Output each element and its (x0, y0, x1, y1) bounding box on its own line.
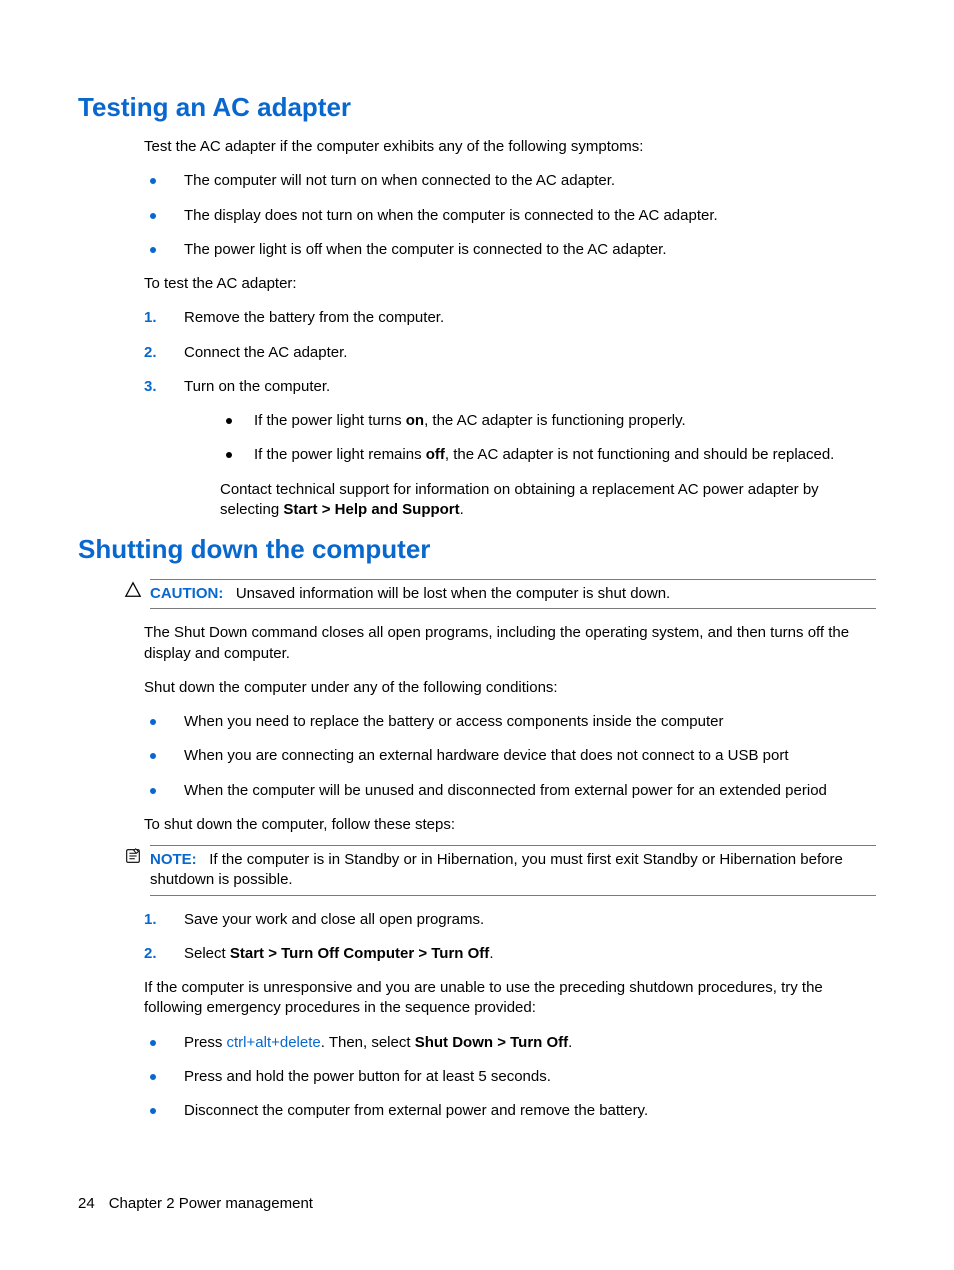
to-test-text: To test the AC adapter: (144, 274, 876, 294)
text-fragment: . (460, 501, 464, 518)
paragraph: To shut down the computer, follow these … (144, 815, 876, 835)
text-fragment: Select (184, 945, 230, 962)
heading-shutting-down: Shutting down the computer (78, 534, 876, 565)
text-fragment: , the AC adapter is not functioning and … (445, 446, 834, 463)
list-item: Press and hold the power button for at l… (144, 1067, 876, 1087)
caution-label: CAUTION: (150, 585, 223, 602)
list-item: Select Start > Turn Off Computer > Turn … (144, 944, 876, 964)
list-item: Remove the battery from the computer. (144, 308, 876, 328)
bold-text: off (426, 446, 445, 463)
paragraph: The Shut Down command closes all open pr… (144, 623, 876, 664)
note-label: NOTE: (150, 851, 197, 868)
symptom-list: The computer will not turn on when conne… (144, 171, 876, 260)
text-fragment: If the power light turns (254, 412, 406, 429)
note-icon (124, 847, 142, 865)
bold-text: on (406, 412, 424, 429)
list-item: The display does not turn on when the co… (144, 206, 876, 226)
caution-admonition: CAUTION: Unsaved information will be los… (124, 579, 876, 609)
bold-text: Shut Down > Turn Off (415, 1034, 568, 1051)
note-admonition: NOTE: If the computer is in Standby or i… (124, 845, 876, 896)
text-fragment: . Then, select (321, 1034, 415, 1051)
substep-list: If the power light turns on, the AC adap… (220, 411, 876, 466)
note-text: If the computer is in Standby or in Hibe… (150, 851, 843, 888)
list-item: Save your work and close all open progra… (144, 910, 876, 930)
emergency-list: Press ctrl+alt+delete. Then, select Shut… (144, 1033, 876, 1122)
text-fragment: If the power light remains (254, 446, 426, 463)
list-item: When you need to replace the battery or … (144, 712, 876, 732)
caution-text: Unsaved information will be lost when th… (236, 585, 670, 602)
chapter-label: Chapter 2 Power management (109, 1195, 313, 1212)
list-item: Connect the AC adapter. (144, 343, 876, 363)
test-steps: Remove the battery from the computer. Co… (144, 308, 876, 520)
list-item: The power light is off when the computer… (144, 240, 876, 260)
list-item: Turn on the computer. If the power light… (144, 377, 876, 520)
intro-text: Test the AC adapter if the computer exhi… (144, 137, 876, 157)
caution-icon (124, 581, 142, 599)
list-item: When the computer will be unused and dis… (144, 781, 876, 801)
list-item: If the power light remains off, the AC a… (220, 445, 876, 465)
conditions-list: When you need to replace the battery or … (144, 712, 876, 801)
list-item: Disconnect the computer from external po… (144, 1101, 876, 1121)
heading-testing-ac-adapter: Testing an AC adapter (78, 92, 876, 123)
text-fragment: Press (184, 1034, 227, 1051)
text-fragment: . (568, 1034, 572, 1051)
shutdown-steps: Save your work and close all open progra… (144, 910, 876, 965)
list-item: Press ctrl+alt+delete. Then, select Shut… (144, 1033, 876, 1053)
text-fragment: . (489, 945, 493, 962)
list-item: If the power light turns on, the AC adap… (220, 411, 876, 431)
keyboard-shortcut: ctrl+alt+delete (227, 1034, 321, 1051)
list-item: When you are connecting an external hard… (144, 746, 876, 766)
contact-support-text: Contact technical support for informatio… (220, 480, 876, 521)
text-fragment: , the AC adapter is functioning properly… (424, 412, 686, 429)
step-text: Turn on the computer. (184, 378, 330, 395)
paragraph: If the computer is unresponsive and you … (144, 978, 876, 1019)
page-number: 24 (78, 1195, 95, 1212)
bold-text: Start > Turn Off Computer > Turn Off (230, 945, 489, 962)
bold-text: Start > Help and Support (283, 501, 459, 518)
list-item: The computer will not turn on when conne… (144, 171, 876, 191)
page-footer: 24 Chapter 2 Power management (78, 1195, 313, 1212)
paragraph: Shut down the computer under any of the … (144, 678, 876, 698)
